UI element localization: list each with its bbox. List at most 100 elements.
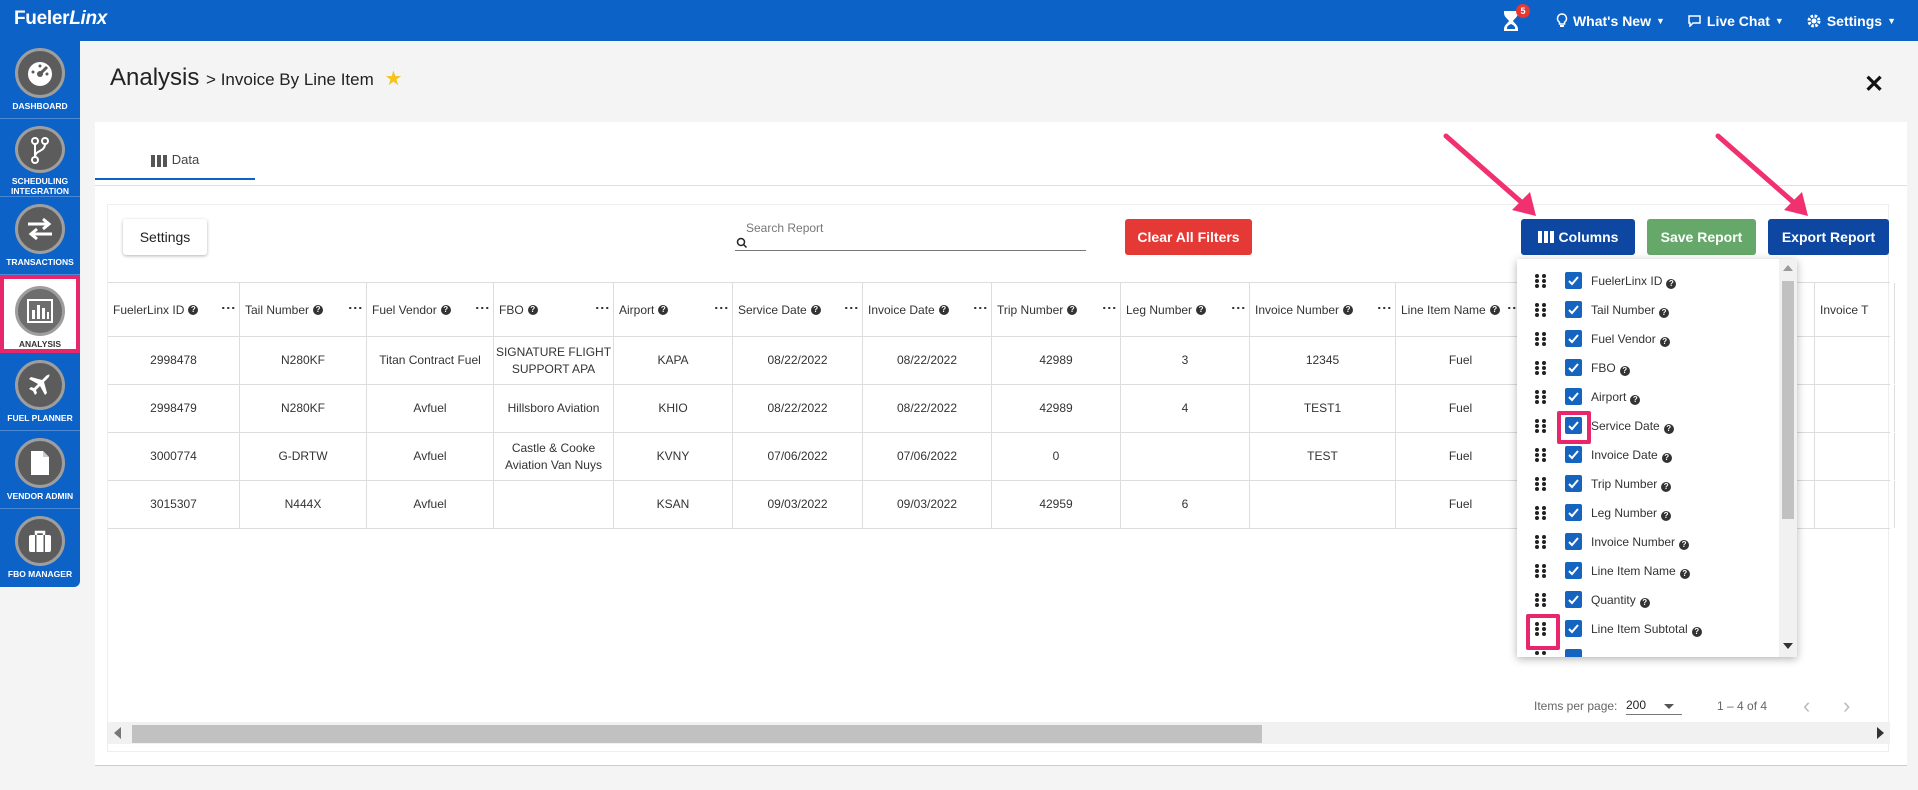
column-header[interactable]: Line Item Name? ⋮ [1396,283,1526,337]
column-header[interactable]: FuelerLinx ID? ⋮ [108,283,240,337]
sidebar-item-vendor-admin[interactable]: VENDOR ADMIN [0,431,80,509]
drag-handle-icon[interactable] [1535,622,1547,636]
whats-new-menu[interactable]: What's New ▼ [1556,13,1665,29]
scroll-left-icon[interactable] [114,727,121,739]
column-checkbox[interactable] [1565,359,1582,376]
close-icon[interactable]: ✕ [1864,70,1884,99]
column-toggle-item[interactable]: Service Date? [1517,411,1779,440]
column-toggle-item[interactable]: Airport? [1517,382,1779,411]
columns-button[interactable]: Columns [1521,219,1635,255]
column-toggle-item[interactable]: Line Item Subtotal? [1517,614,1779,643]
column-menu-icon[interactable]: ⋮ [844,301,860,315]
help-icon[interactable]: ? [527,305,538,315]
page-size-select[interactable]: 200 [1626,693,1682,715]
column-checkbox[interactable] [1565,417,1582,434]
help-icon[interactable]: ? [1639,598,1650,608]
scroll-right-icon[interactable] [1877,727,1884,739]
drag-handle-icon[interactable] [1535,564,1547,578]
drag-handle-icon[interactable] [1535,274,1547,288]
column-menu-icon[interactable]: ⋮ [714,301,730,315]
help-icon[interactable]: ? [313,305,324,315]
help-icon[interactable]: ? [810,305,821,315]
hourglass-icon[interactable]: 5 [1500,3,1530,33]
column-checkbox[interactable] [1565,533,1582,550]
column-toggle-item[interactable]: Leg Number? [1517,498,1779,527]
column-checkbox[interactable] [1565,272,1582,289]
scroll-up-icon[interactable] [1783,265,1793,271]
help-icon[interactable]: ? [1661,511,1672,521]
column-toggle-item[interactable]: FBO? [1517,353,1779,382]
column-toggle-item[interactable]: Trip Number? [1517,469,1779,498]
column-checkbox[interactable] [1565,330,1582,347]
column-checkbox[interactable] [1565,591,1582,608]
column-menu-icon[interactable]: ⋮ [221,301,237,315]
column-menu-icon[interactable]: ⋮ [348,301,364,315]
column-toggle-item[interactable] [1517,643,1779,657]
export-report-button[interactable]: Export Report [1768,219,1889,255]
vertical-scrollbar[interactable] [1779,259,1797,657]
help-icon[interactable]: ? [1666,279,1677,289]
column-header[interactable]: FBO? ⋮ [494,283,614,337]
sidebar-item-dashboard[interactable]: DASHBOARD [0,41,80,119]
sidebar-item-analysis[interactable]: ANALYSIS [0,275,80,353]
drag-handle-icon[interactable] [1535,506,1547,520]
search-field[interactable]: Search Report [735,221,1086,251]
column-header[interactable]: Invoice Number? ⋮ [1250,283,1396,337]
column-header[interactable]: Invoice Date? ⋮ [863,283,992,337]
column-header[interactable]: Service Date? ⋮ [733,283,863,337]
column-menu-icon[interactable]: ⋮ [595,301,611,315]
column-header[interactable]: Tail Number? ⋮ [240,283,367,337]
scroll-thumb[interactable] [132,725,1262,743]
drag-handle-icon[interactable] [1535,535,1547,549]
column-menu-icon[interactable]: ⋮ [973,301,989,315]
column-header[interactable]: Leg Number? ⋮ [1121,283,1250,337]
column-toggle-item[interactable]: Quantity? [1517,585,1779,614]
column-toggle-item[interactable]: Fuel Vendor? [1517,324,1779,353]
column-checkbox[interactable] [1565,649,1582,657]
column-checkbox[interactable] [1565,504,1582,521]
column-checkbox[interactable] [1565,562,1582,579]
column-menu-icon[interactable]: ⋮ [475,301,491,315]
drag-handle-icon[interactable] [1535,651,1547,657]
sidebar-item-transactions[interactable]: TRANSACTIONS [0,197,80,275]
favorite-star-icon[interactable]: ★ [384,68,402,90]
next-page-button[interactable]: › [1843,693,1850,719]
column-header[interactable]: Trip Number? ⋮ [992,283,1121,337]
column-toggle-item[interactable]: Line Item Name? [1517,556,1779,585]
help-icon[interactable]: ? [1630,395,1641,405]
settings-menu[interactable]: Settings ▼ [1806,13,1896,29]
scroll-down-icon[interactable] [1783,643,1793,649]
tab-data[interactable]: Data [95,148,255,180]
column-toggle-item[interactable]: FuelerLinx ID? [1517,266,1779,295]
help-icon[interactable]: ? [1661,453,1672,463]
help-icon[interactable]: ? [1663,424,1674,434]
sidebar-item-scheduling-integration[interactable]: SCHEDULING INTEGRATION [0,119,80,197]
settings-button[interactable]: Settings [123,219,207,255]
save-report-button[interactable]: Save Report [1647,219,1756,255]
help-icon[interactable]: ? [1679,569,1690,579]
help-icon[interactable]: ? [1619,366,1630,376]
column-checkbox[interactable] [1565,388,1582,405]
column-checkbox[interactable] [1565,301,1582,318]
column-toggle-item[interactable]: Invoice Date? [1517,440,1779,469]
help-icon[interactable]: ? [1489,305,1500,315]
help-icon[interactable]: ? [1196,305,1207,315]
drag-handle-icon[interactable] [1535,419,1547,433]
help-icon[interactable]: ? [1679,540,1690,550]
help-icon[interactable]: ? [1659,337,1670,347]
help-icon[interactable]: ? [1659,308,1670,318]
column-menu-icon[interactable]: ⋮ [1377,301,1393,315]
column-header[interactable]: Airport? ⋮ [614,283,733,337]
help-icon[interactable]: ? [658,305,669,315]
column-checkbox[interactable] [1565,620,1582,637]
sidebar-item-fuel-planner[interactable]: FUEL PLANNER [0,353,80,431]
drag-handle-icon[interactable] [1535,448,1547,462]
sidebar-item-fbo-manager[interactable]: FBO MANAGER [0,509,80,587]
help-icon[interactable]: ? [1691,627,1702,637]
help-icon[interactable]: ? [1343,305,1354,315]
column-toggle-item[interactable]: Invoice Number? [1517,527,1779,556]
drag-handle-icon[interactable] [1535,361,1547,375]
clear-all-filters-button[interactable]: Clear All Filters [1125,219,1252,255]
help-icon[interactable]: ? [440,305,451,315]
brand-logo[interactable]: FuelerLinx [14,8,107,30]
